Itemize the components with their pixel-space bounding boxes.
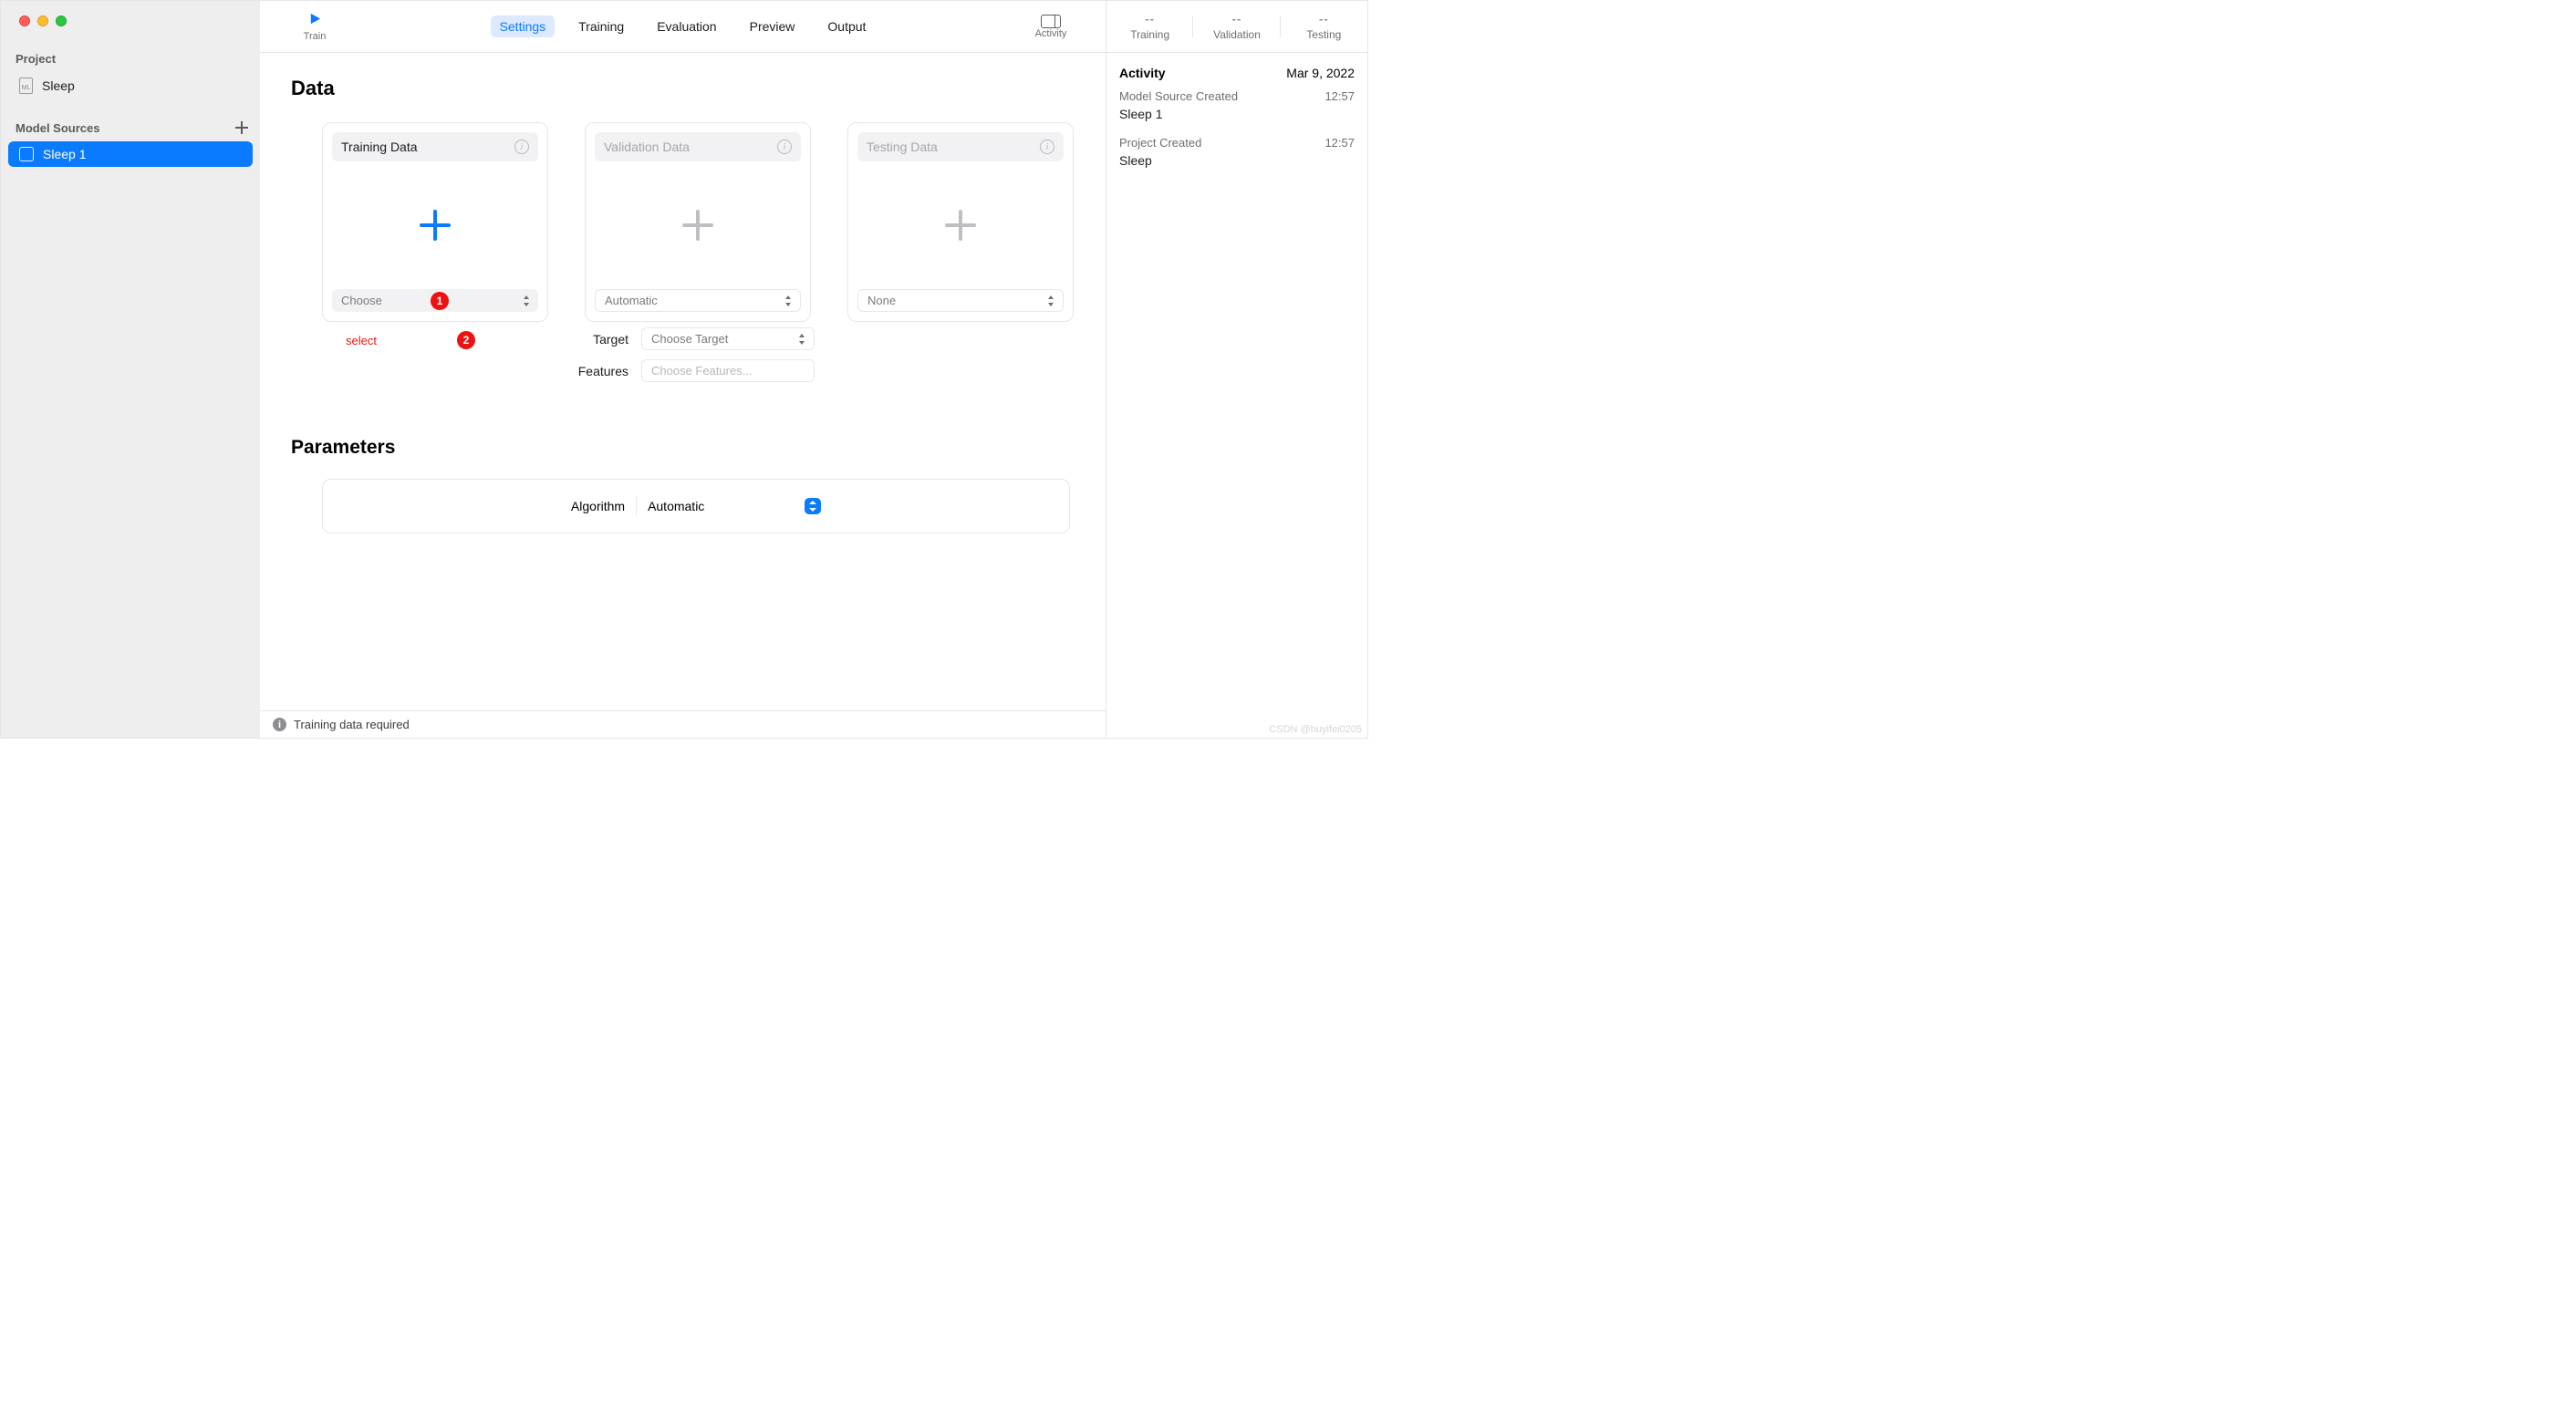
testing-data-card: Testing Data None: [847, 122, 1074, 322]
add-testing-data-button[interactable]: [945, 210, 976, 241]
train-button[interactable]: [308, 12, 322, 26]
metric-value: --: [1232, 12, 1242, 26]
tab-evaluation[interactable]: Evaluation: [648, 16, 725, 37]
add-validation-data-button[interactable]: [682, 210, 713, 241]
data-cards: Training Data Choose 1 Validation Data: [322, 122, 1075, 322]
activity-item-title: Project Created: [1119, 136, 1201, 150]
minimize-window-button[interactable]: [37, 16, 48, 26]
add-training-data-button[interactable]: [420, 210, 451, 241]
model-source-icon: [19, 147, 34, 161]
info-status-icon: i: [273, 718, 286, 731]
activity-item-sub: Sleep: [1119, 153, 1355, 168]
zoom-window-button[interactable]: [56, 16, 67, 26]
watermark: CSDN @huyifei0205: [1269, 724, 1362, 735]
metric-label: Testing: [1306, 28, 1341, 41]
sidebar-item-project[interactable]: Sleep: [8, 72, 253, 99]
validation-data-card: Validation Data Automatic: [585, 122, 811, 322]
testing-data-source-select[interactable]: None: [857, 289, 1064, 312]
target-features-form: Target Choose Target Features Choose Fea…: [565, 327, 1075, 382]
main-tabs: Settings Training Evaluation Preview Out…: [351, 1, 1014, 52]
window-controls: [1, 16, 260, 48]
card-title: Training Data: [341, 140, 418, 154]
info-icon[interactable]: [514, 140, 529, 154]
card-title: Testing Data: [867, 140, 938, 154]
activity-item-sub: Sleep 1: [1119, 107, 1355, 121]
metric-value: --: [1145, 12, 1155, 26]
tab-training[interactable]: Training: [569, 16, 633, 37]
play-icon: [308, 12, 322, 26]
select-value: Choose: [341, 294, 382, 307]
right-panel: -- Training -- Validation -- Testing Act…: [1106, 1, 1367, 738]
tab-settings[interactable]: Settings: [491, 16, 556, 37]
add-model-source-button[interactable]: [234, 120, 249, 135]
annotation-badge-1: 1: [431, 292, 449, 310]
activity-item-time: 12:57: [1324, 136, 1355, 150]
sidebar-item-label: Sleep 1: [43, 147, 86, 161]
card-title: Validation Data: [604, 140, 690, 154]
metric-label: Validation: [1213, 28, 1261, 41]
info-icon[interactable]: [1040, 140, 1054, 154]
target-label: Target: [565, 332, 628, 347]
select-value: None: [867, 294, 896, 307]
annotation-select-label: select: [346, 334, 377, 347]
chevron-updown-icon: [522, 295, 531, 307]
training-data-source-select[interactable]: Choose 1: [332, 289, 538, 312]
activity-date: Mar 9, 2022: [1286, 66, 1355, 80]
metric-value: --: [1319, 12, 1329, 26]
features-label: Features: [565, 364, 628, 378]
info-icon[interactable]: [777, 140, 792, 154]
chevron-updown-icon: [1046, 295, 1055, 307]
features-input[interactable]: Choose Features...: [641, 359, 815, 382]
metrics-header: -- Training -- Validation -- Testing: [1106, 1, 1367, 53]
content-area: Data Training Data Choose 1: [260, 53, 1106, 710]
activity-item-time: 12:57: [1324, 89, 1355, 103]
select-value: Automatic: [605, 294, 658, 307]
toggle-activity-panel-button[interactable]: [1041, 15, 1061, 28]
metric-validation[interactable]: -- Validation: [1193, 1, 1280, 52]
activity-item-title: Model Source Created: [1119, 89, 1238, 103]
algorithm-value: Automatic: [648, 499, 794, 513]
sidebar-item-model-source[interactable]: Sleep 1: [8, 141, 253, 167]
toolbar: Train Settings Training Evaluation Previ…: [260, 1, 1106, 53]
status-text: Training data required: [294, 718, 410, 731]
train-button-label: Train: [304, 31, 327, 42]
input-placeholder: Choose Features...: [651, 364, 753, 378]
status-bar: i Training data required: [260, 710, 1106, 738]
section-heading-parameters: Parameters: [291, 437, 1075, 459]
ml-doc-icon: [19, 78, 33, 94]
sidebar-heading-project: Project: [1, 48, 260, 68]
metric-training[interactable]: -- Training: [1106, 1, 1193, 52]
chevron-updown-icon: [784, 295, 793, 307]
divider: [636, 496, 637, 516]
activity-heading: Activity: [1119, 66, 1166, 80]
main-panel: Train Settings Training Evaluation Previ…: [260, 1, 1106, 738]
chevron-updown-icon: [797, 333, 806, 346]
metric-label: Training: [1130, 28, 1169, 41]
validation-data-source-select[interactable]: Automatic: [595, 289, 801, 312]
metric-testing[interactable]: -- Testing: [1281, 1, 1367, 52]
algorithm-label: Algorithm: [571, 499, 625, 513]
sidebar-item-label: Sleep: [42, 78, 75, 93]
algorithm-select[interactable]: [805, 498, 821, 514]
sidebar-heading-model-sources: Model Sources: [1, 118, 114, 138]
target-select[interactable]: Choose Target: [641, 327, 815, 350]
tab-preview[interactable]: Preview: [741, 16, 805, 37]
activity-log: Activity Mar 9, 2022 Model Source Create…: [1106, 53, 1367, 181]
parameters-box: Algorithm Automatic: [322, 479, 1070, 533]
activity-button-label: Activity: [1035, 28, 1067, 39]
close-window-button[interactable]: [19, 16, 30, 26]
tab-output[interactable]: Output: [818, 16, 875, 37]
sidebar: Project Sleep Model Sources Sleep 1: [1, 1, 260, 738]
section-heading-data: Data: [291, 77, 1075, 100]
select-placeholder: Choose Target: [651, 332, 728, 346]
training-data-card: Training Data Choose 1: [322, 122, 548, 322]
annotation-badge-2: 2: [457, 331, 475, 349]
